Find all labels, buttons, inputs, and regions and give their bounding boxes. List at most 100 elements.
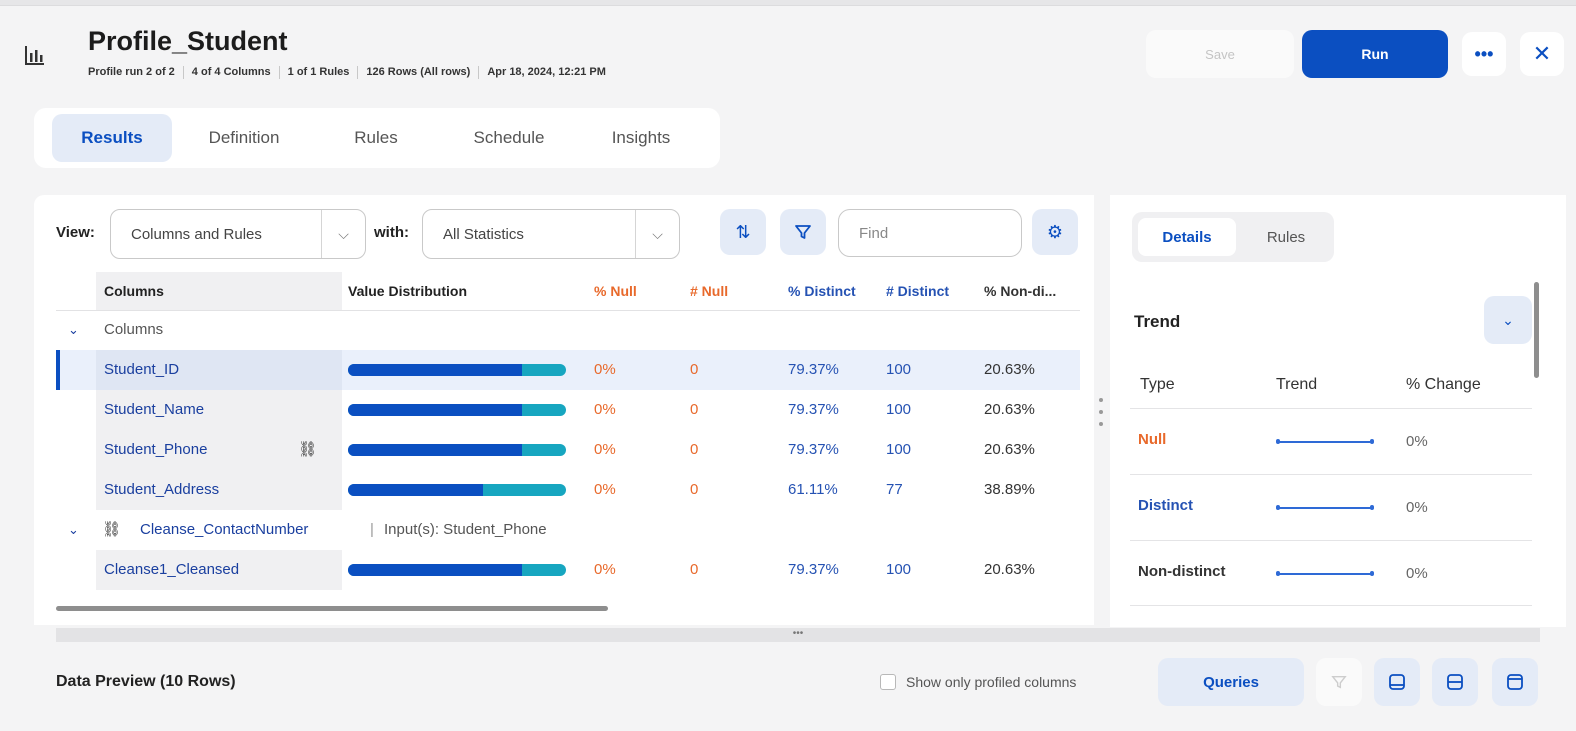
horizontal-scrollbar[interactable] xyxy=(56,606,608,611)
filter-icon xyxy=(1331,675,1347,689)
value-distribution-bar xyxy=(348,444,566,456)
details-tabs: Details Rules xyxy=(1132,212,1334,262)
data-preview-title: Data Preview (10 Rows) xyxy=(56,673,236,690)
value-distribution-bar xyxy=(348,484,566,496)
rule-link-icon[interactable]: ⛓ xyxy=(298,430,317,470)
table-row[interactable]: Student_ID 0% 0 79.37% 100 20.63% xyxy=(56,350,1080,390)
pct-null-value: 0% xyxy=(594,441,616,458)
pct-null-value: 0% xyxy=(594,401,616,418)
rule-group-row[interactable]: ⌄ ⛓ Cleanse_ContactNumber | Input(s): St… xyxy=(56,510,1080,550)
layout-split-button[interactable] xyxy=(1432,658,1478,706)
header-pct-null[interactable]: % Null xyxy=(594,272,637,310)
tab-results[interactable]: Results xyxy=(52,114,172,162)
page-title: Profile_Student xyxy=(88,26,288,56)
tab-definition[interactable]: Definition xyxy=(182,114,306,162)
preview-filter-button[interactable] xyxy=(1316,658,1362,706)
value-distribution-bar xyxy=(348,564,566,576)
column-name[interactable]: Student_Name xyxy=(104,390,204,430)
statistics-select[interactable]: All Statistics ⌵ xyxy=(422,209,680,259)
show-profiled-checkbox[interactable] xyxy=(880,674,896,690)
pct-distinct-value: 79.37% xyxy=(788,361,839,378)
layout-top-button[interactable] xyxy=(1492,658,1538,706)
pane-splitter[interactable]: ••• xyxy=(56,628,1540,642)
layout-bottom-button[interactable] xyxy=(1374,658,1420,706)
value-distribution-bar xyxy=(348,364,566,376)
pct-nondistinct-value: 20.63% xyxy=(984,361,1035,378)
rule-name[interactable]: Cleanse_ContactNumber xyxy=(140,510,308,550)
trend-row-nondistinct: Non-distinct 0% xyxy=(1130,540,1532,606)
table-row[interactable]: Student_Address 0% 0 61.11% 77 38.89% xyxy=(56,470,1080,510)
panel-resize-handle[interactable] xyxy=(1098,396,1104,428)
pct-nondistinct-value: 38.89% xyxy=(984,481,1035,498)
tab-details[interactable]: Details xyxy=(1138,218,1236,256)
column-name[interactable]: Student_Phone xyxy=(104,430,207,470)
run-timestamp: Apr 18, 2024, 12:21 PM xyxy=(478,66,614,79)
queries-button[interactable]: Queries xyxy=(1158,658,1304,706)
header-pct-nondistinct[interactable]: % Non-di... xyxy=(984,272,1056,310)
num-null-value: 0 xyxy=(690,481,699,498)
tab-schedule[interactable]: Schedule xyxy=(446,114,572,162)
filter-button[interactable] xyxy=(780,209,826,255)
table-row[interactable]: Student_Phone ⛓ 0% 0 79.37% 100 20.63% xyxy=(56,430,1080,470)
header-pct-distinct[interactable]: % Distinct xyxy=(788,272,856,310)
num-distinct-value: 100 xyxy=(886,401,912,418)
pct-nondistinct-value: 20.63% xyxy=(984,561,1035,578)
header-num-distinct[interactable]: # Distinct xyxy=(886,272,949,310)
tab-insights[interactable]: Insights xyxy=(586,114,696,162)
header-value-distribution[interactable]: Value Distribution xyxy=(348,272,467,310)
rule-count: 1 of 1 Rules xyxy=(278,66,358,79)
trend-row-distinct: Distinct 0% xyxy=(1130,474,1532,540)
header-columns[interactable]: Columns xyxy=(104,272,164,310)
details-scrollbar[interactable] xyxy=(1534,282,1539,378)
pct-distinct-value: 79.37% xyxy=(788,441,839,458)
save-button[interactable]: Save xyxy=(1146,30,1294,78)
find-input[interactable]: Find xyxy=(838,209,1022,257)
tab-rules-panel[interactable]: Rules xyxy=(1244,218,1328,256)
trend-collapse-button[interactable]: ⌄ xyxy=(1484,296,1532,344)
column-name[interactable]: Cleanse1_Cleansed xyxy=(104,550,239,590)
num-distinct-value: 100 xyxy=(886,561,912,578)
view-select[interactable]: Columns and Rules ⌵ xyxy=(110,209,366,259)
table-row[interactable]: Cleanse1_Cleansed 0% 0 79.37% 100 20.63% xyxy=(56,550,1080,590)
trend-header-type: Type xyxy=(1140,376,1175,393)
show-profiled-label[interactable]: Show only profiled columns xyxy=(906,674,1076,690)
pct-distinct-value: 79.37% xyxy=(788,401,839,418)
pct-nondistinct-value: 20.63% xyxy=(984,401,1035,418)
sort-icon: ⇅ xyxy=(735,221,751,242)
trend-change: 0% xyxy=(1406,565,1428,582)
filter-icon xyxy=(795,225,811,239)
profile-run-meta: Profile run 2 of 2 4 of 4 Columns 1 of 1… xyxy=(88,66,614,79)
gear-icon: ⚙ xyxy=(1046,221,1064,242)
num-null-value: 0 xyxy=(690,361,699,378)
pct-null-value: 0% xyxy=(594,561,616,578)
main-tabs: Results Definition Rules Schedule Insigh… xyxy=(34,108,720,168)
trend-change: 0% xyxy=(1406,433,1428,450)
group-row-columns[interactable]: ⌄ Columns xyxy=(56,310,1080,350)
num-distinct-value: 100 xyxy=(886,441,912,458)
trend-type: Distinct xyxy=(1138,497,1194,514)
num-null-value: 0 xyxy=(690,401,699,418)
table-row[interactable]: Student_Name 0% 0 79.37% 100 20.63% xyxy=(56,390,1080,430)
header-num-null[interactable]: # Null xyxy=(690,272,728,310)
column-name[interactable]: Student_Address xyxy=(104,470,219,510)
close-button[interactable]: ✕ xyxy=(1520,32,1564,76)
trend-sparkline xyxy=(1276,505,1374,510)
trend-header-trend: Trend xyxy=(1276,376,1318,393)
column-name[interactable]: Student_ID xyxy=(104,350,179,390)
group-label: Columns xyxy=(104,321,164,338)
more-options-button[interactable]: ••• xyxy=(1462,32,1506,76)
trend-header-change: % Change xyxy=(1406,376,1481,393)
rule-inputs: Input(s): Student_Phone xyxy=(384,521,547,538)
pct-null-value: 0% xyxy=(594,481,616,498)
rule-icon: ⛓ xyxy=(102,521,122,538)
profile-chart-icon xyxy=(24,44,46,66)
grid-settings-button[interactable]: ⚙ xyxy=(1032,209,1078,255)
tab-rules[interactable]: Rules xyxy=(324,114,428,162)
run-button[interactable]: Run xyxy=(1302,30,1448,78)
trend-type: Null xyxy=(1138,431,1167,448)
chevron-down-icon[interactable]: ⌄ xyxy=(68,510,79,550)
chevron-down-icon[interactable]: ⌄ xyxy=(68,310,79,350)
num-distinct-value: 77 xyxy=(886,481,903,498)
sort-button[interactable]: ⇅ xyxy=(720,209,766,255)
view-label: View: xyxy=(56,224,95,241)
